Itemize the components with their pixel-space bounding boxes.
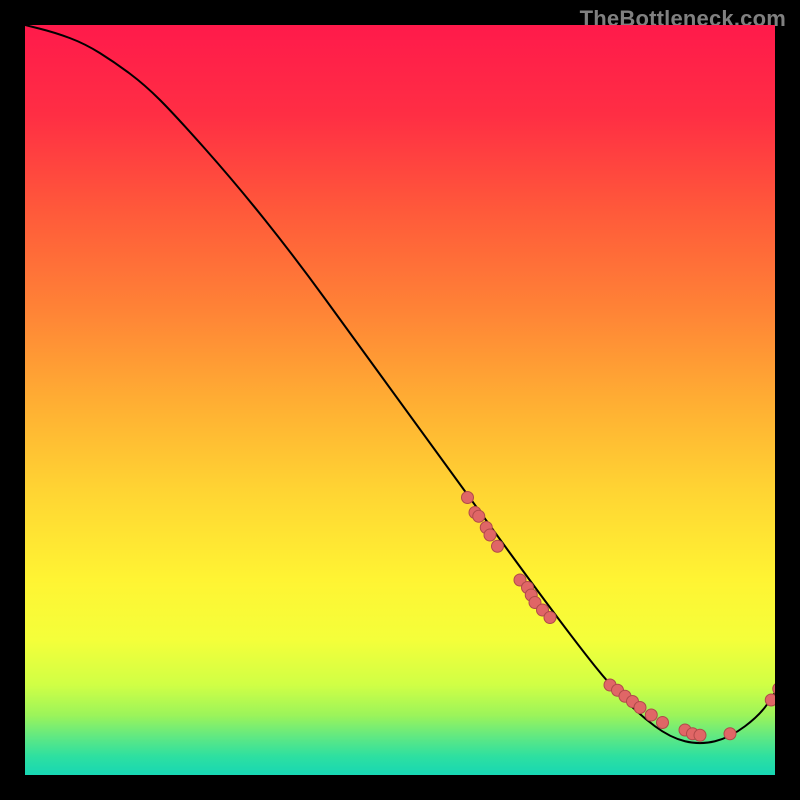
data-point: [492, 540, 504, 552]
data-point: [544, 612, 556, 624]
gradient-background: [25, 25, 775, 775]
chart-frame: TheBottleneck.com: [0, 0, 800, 800]
data-point: [694, 729, 706, 741]
chart-svg: [25, 25, 775, 775]
data-point: [634, 702, 646, 714]
data-point: [484, 529, 496, 541]
data-point: [724, 728, 736, 740]
plot-area: [25, 25, 775, 775]
data-point: [657, 717, 669, 729]
data-point: [645, 709, 657, 721]
data-point: [765, 694, 775, 706]
data-point: [462, 492, 474, 504]
data-point: [473, 510, 485, 522]
